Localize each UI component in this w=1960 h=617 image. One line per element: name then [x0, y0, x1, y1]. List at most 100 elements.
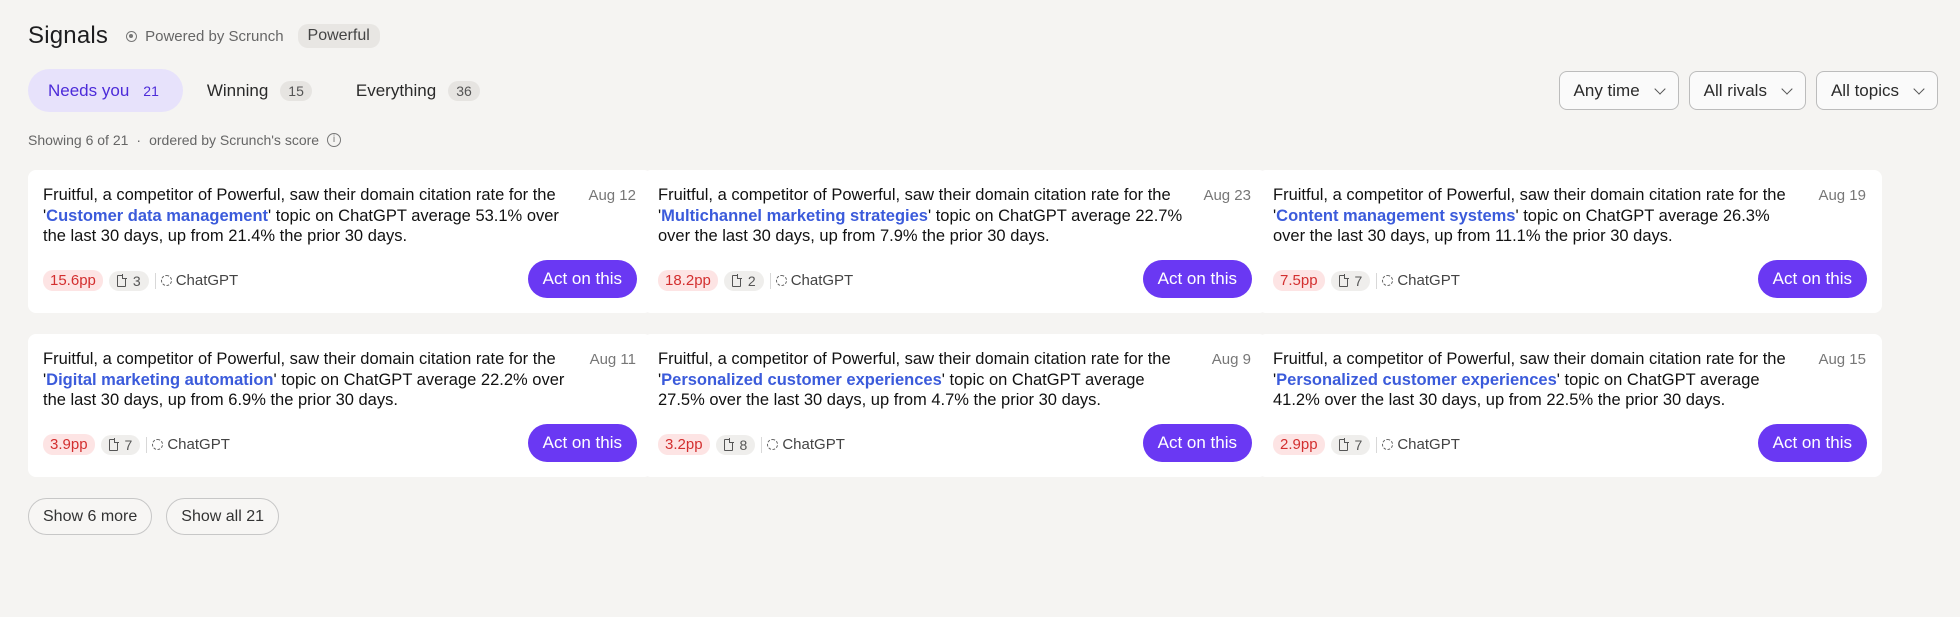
act-on-this-button[interactable]: Act on this: [527, 424, 637, 462]
chevron-down-icon: [1781, 82, 1793, 95]
chatgpt-icon: [152, 439, 164, 450]
signal-description: Fruitful, a competitor of Powerful, saw …: [43, 185, 573, 247]
signal-tabs: Needs you 21 Winning 15 Everything 36: [28, 69, 504, 112]
showing-count: Showing 6 of 21: [28, 132, 129, 148]
show-more-button[interactable]: Show 6 more: [28, 498, 153, 535]
signal-meta: 3.9pp 7 ChatGPT: [43, 434, 230, 455]
divider: [1376, 436, 1378, 453]
source-label: ChatGPT: [152, 436, 230, 453]
source-label: ChatGPT: [160, 272, 239, 289]
prior-rate: 4.7%: [931, 391, 969, 409]
documents-count: 7: [124, 436, 133, 453]
current-rate: 22.7%: [1135, 206, 1183, 225]
documents-count: 7: [1354, 272, 1363, 289]
text-suffix: the prior 30 days.: [275, 227, 408, 245]
delta-badge: 3.2pp: [658, 434, 710, 455]
document-icon: [116, 273, 127, 287]
results-summary: Showing 6 of 21 · ordered by Scrunch's s…: [28, 132, 342, 148]
tab-count: 15: [280, 80, 312, 101]
rivals-filter-label: All rivals: [1703, 80, 1767, 100]
text-mid: ' topic on ChatGPT average: [1515, 206, 1723, 225]
chatgpt-icon: [160, 275, 172, 286]
prior-rate: 22.5%: [1546, 391, 1594, 409]
tab-count: 21: [143, 82, 159, 99]
signal-card: Fruitful, a competitor of Powerful, saw …: [28, 334, 652, 477]
current-rate: 22.2%: [480, 370, 528, 389]
act-on-this-button[interactable]: Act on this: [1757, 424, 1867, 462]
topics-filter-dropdown[interactable]: All topics: [1815, 71, 1938, 110]
signal-meta: 18.2pp 2 ChatGPT: [658, 270, 853, 291]
topic-link[interactable]: Personalized customer experiences: [1276, 371, 1557, 389]
act-on-this-button[interactable]: Act on this: [527, 260, 637, 298]
tab-winning[interactable]: Winning 15: [187, 69, 332, 112]
prior-rate: 6.9%: [228, 391, 266, 409]
topic-link[interactable]: Multichannel marketing strategies: [661, 207, 928, 225]
chatgpt-icon: [1382, 439, 1394, 450]
time-filter-dropdown[interactable]: Any time: [1558, 71, 1679, 110]
info-icon[interactable]: i: [327, 133, 342, 147]
signal-card: Fruitful, a competitor of Powerful, saw …: [1258, 334, 1882, 477]
page-title: Signals: [28, 22, 109, 49]
show-all-button[interactable]: Show all 21: [166, 498, 279, 535]
documents-badge: 2: [723, 270, 764, 291]
separator-dot: ·: [136, 132, 142, 148]
prior-rate: 21.4%: [228, 227, 276, 245]
source-label: ChatGPT: [1382, 436, 1460, 453]
signal-card: Fruitful, a competitor of Powerful, saw …: [1258, 170, 1882, 313]
text-suffix: the prior 30 days.: [917, 227, 1050, 245]
topic-link[interactable]: Personalized customer experiences: [661, 371, 942, 389]
tab-needs-you[interactable]: Needs you 21: [28, 69, 183, 112]
text-suffix: the prior 30 days.: [1540, 227, 1673, 245]
source-name: ChatGPT: [782, 436, 845, 453]
document-icon: [731, 273, 742, 287]
tab-everything[interactable]: Everything 36: [336, 69, 500, 112]
document-icon: [108, 437, 119, 451]
filter-bar: Any time All rivals All topics: [1549, 71, 1938, 110]
divider: [146, 436, 148, 453]
chevron-down-icon: [1654, 82, 1666, 95]
documents-count: 2: [747, 272, 756, 289]
time-filter-label: Any time: [1573, 80, 1640, 100]
text-suffix: the prior 30 days.: [1593, 391, 1726, 409]
delta-badge: 15.6pp: [43, 270, 103, 291]
documents-count: 3: [132, 272, 141, 289]
source-name: ChatGPT: [790, 272, 854, 289]
topic-link[interactable]: Customer data management: [46, 207, 268, 225]
signal-description: Fruitful, a competitor of Powerful, saw …: [658, 185, 1188, 247]
text-mid: ' topic on ChatGPT average: [927, 206, 1136, 225]
tab-count: 36: [448, 80, 480, 101]
text-suffix: the prior 30 days.: [265, 391, 398, 409]
act-on-this-button[interactable]: Act on this: [1142, 424, 1252, 462]
signal-card: Fruitful, a competitor of Powerful, saw …: [643, 334, 1267, 477]
documents-count: 8: [739, 436, 748, 453]
signal-meta: 7.5pp 7 ChatGPT: [1273, 270, 1460, 291]
signal-date: Aug 19: [1818, 187, 1866, 204]
topic-link[interactable]: Digital marketing automation: [46, 371, 273, 389]
current-rate: 53.1%: [475, 206, 523, 225]
ordering-text: ordered by Scrunch's score: [149, 132, 320, 148]
signal-description: Fruitful, a competitor of Powerful, saw …: [1273, 185, 1803, 247]
rivals-filter-dropdown[interactable]: All rivals: [1688, 71, 1806, 110]
documents-badge: 7: [100, 434, 141, 455]
source-label: ChatGPT: [767, 436, 845, 453]
divider: [154, 272, 156, 289]
divider: [769, 272, 771, 289]
act-on-this-button[interactable]: Act on this: [1757, 260, 1867, 298]
text-mid: over the last 30 days, up from: [1273, 227, 1495, 245]
tab-label: Needs you: [48, 80, 130, 100]
document-icon: [1338, 437, 1349, 451]
current-rate: 26.3%: [1722, 206, 1770, 225]
delta-badge: 7.5pp: [1273, 270, 1325, 291]
current-rate: 41.2%: [1273, 391, 1320, 409]
divider: [1376, 272, 1378, 289]
topic-link[interactable]: Content management systems: [1276, 207, 1515, 225]
act-on-this-button[interactable]: Act on this: [1142, 260, 1252, 298]
source-name: ChatGPT: [175, 272, 239, 289]
powered-by-label: Powered by Scrunch: [145, 27, 284, 45]
tab-label: Winning: [206, 80, 269, 100]
source-name: ChatGPT: [167, 436, 230, 453]
signal-description: Fruitful, a competitor of Powerful, saw …: [1273, 349, 1803, 411]
powered-by: Powered by Scrunch: [126, 27, 284, 45]
signal-card: Fruitful, a competitor of Powerful, saw …: [643, 170, 1267, 313]
signal-date: Aug 23: [1203, 187, 1251, 204]
